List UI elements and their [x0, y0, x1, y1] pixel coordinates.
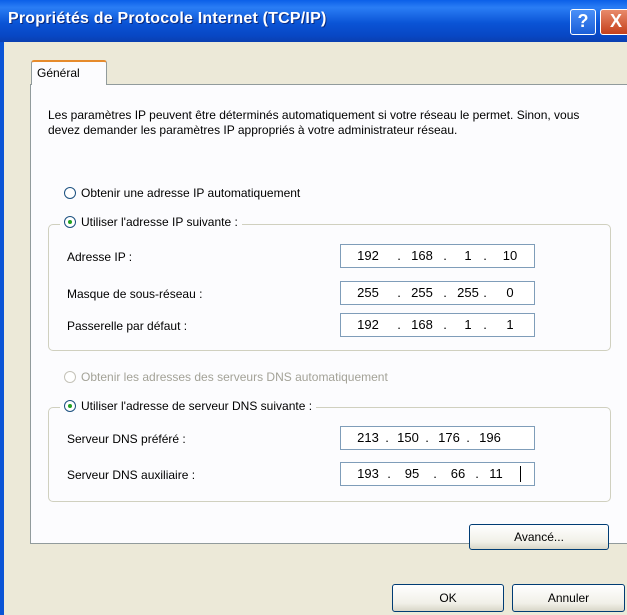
default-gateway-field[interactable]: 192 . 168 . 1 . 1 — [340, 313, 535, 337]
octet: 192 — [357, 317, 379, 332]
help-icon: ? — [577, 11, 589, 31]
octet: 255 — [457, 285, 479, 300]
ip-address-field[interactable]: 192 . 168 . 1 . 10 — [340, 244, 535, 268]
radio-ip-manual-label: Utiliser l'adresse IP suivante : — [81, 215, 238, 229]
radio-ip-auto-circle[interactable] — [64, 187, 76, 199]
octet: 11 — [489, 466, 503, 481]
radio-ip-auto-label: Obtenir une adresse IP automatiquement — [81, 186, 301, 200]
octet: 168 — [411, 317, 433, 332]
octet: 255 — [357, 285, 379, 300]
subnet-mask-field[interactable]: 255 . 255 . 255 . 0 — [340, 281, 535, 305]
octet-dot: . — [443, 248, 447, 263]
tcpip-properties-dialog: Propriétés de Protocole Internet (TCP/IP… — [0, 0, 627, 615]
dns-settings-group — [48, 407, 611, 502]
octet: 1 — [464, 317, 472, 332]
advanced-button[interactable]: Avancé... — [469, 524, 609, 550]
octet: 0 — [506, 285, 514, 300]
preferred-dns-field[interactable]: 213 . 150 . 176 . 196 — [340, 426, 535, 450]
text-caret — [520, 466, 521, 482]
alternate-dns-label: Serveur DNS auxiliaire : — [67, 468, 196, 482]
octet: 1 — [506, 317, 514, 332]
tab-general[interactable]: Général — [31, 60, 107, 85]
radio-dns-auto-circle — [64, 371, 76, 383]
octet: 1 — [464, 248, 472, 263]
window-title: Propriétés de Protocole Internet (TCP/IP… — [8, 10, 327, 27]
octet-dot: . — [443, 317, 447, 332]
octet: 213 — [357, 430, 379, 445]
radio-dns-manual-circle[interactable] — [64, 400, 76, 412]
octet-dot: . — [397, 285, 401, 300]
octet-dot: . — [433, 466, 437, 481]
octet-dot: . — [483, 285, 487, 300]
octet-dot: . — [483, 248, 487, 263]
ip-address-label: Adresse IP : — [67, 250, 133, 264]
cancel-button[interactable]: Annuler — [512, 584, 625, 612]
octet: 196 — [479, 430, 501, 445]
octet-dot: . — [397, 317, 401, 332]
octet: 176 — [438, 430, 460, 445]
octet: 193 — [357, 466, 379, 481]
window-frame-left — [0, 42, 4, 615]
radio-dns-manual-label: Utiliser l'adresse de serveur DNS suivan… — [81, 399, 313, 413]
radio-dns-manual[interactable]: Utiliser l'adresse de serveur DNS suivan… — [60, 399, 317, 413]
octet: 95 — [404, 466, 420, 481]
octet: 10 — [502, 248, 518, 263]
preferred-dns-label: Serveur DNS préféré : — [67, 432, 186, 446]
radio-ip-manual[interactable]: Utiliser l'adresse IP suivante : — [60, 215, 242, 229]
ok-button[interactable]: OK — [392, 584, 504, 612]
octet-dot: . — [387, 466, 391, 481]
octet-dot: . — [483, 317, 487, 332]
octet: 255 — [411, 285, 433, 300]
subnet-mask-label: Masque de sous-réseau : — [67, 287, 203, 301]
close-button[interactable]: X — [600, 9, 627, 35]
tab-general-label: Général — [37, 66, 80, 80]
octet: 192 — [357, 248, 379, 263]
octet-dot: . — [443, 285, 447, 300]
octet-dot: . — [466, 430, 470, 445]
octet-dot: . — [475, 466, 479, 481]
help-button[interactable]: ? — [570, 9, 596, 35]
description-text: Les paramètres IP peuvent être déterminé… — [48, 108, 580, 137]
title-bar[interactable]: Propriétés de Protocole Internet (TCP/IP… — [0, 0, 627, 42]
radio-ip-manual-circle[interactable] — [64, 216, 76, 228]
close-icon: X — [609, 11, 622, 31]
radio-dns-auto-label: Obtenir les adresses des serveurs DNS au… — [81, 370, 388, 384]
octet: 66 — [450, 466, 466, 481]
octet-dot: . — [425, 430, 429, 445]
octet: 168 — [411, 248, 433, 263]
octet-dot: . — [397, 248, 401, 263]
alternate-dns-field[interactable]: 193 . 95 . 66 . 11 — [340, 462, 535, 486]
octet: 150 — [397, 430, 419, 445]
default-gateway-label: Passerelle par défaut : — [67, 319, 188, 333]
octet-dot: . — [385, 430, 389, 445]
radio-dns-auto: Obtenir les adresses des serveurs DNS au… — [64, 370, 388, 384]
radio-ip-auto[interactable]: Obtenir une adresse IP automatiquement — [64, 186, 300, 200]
